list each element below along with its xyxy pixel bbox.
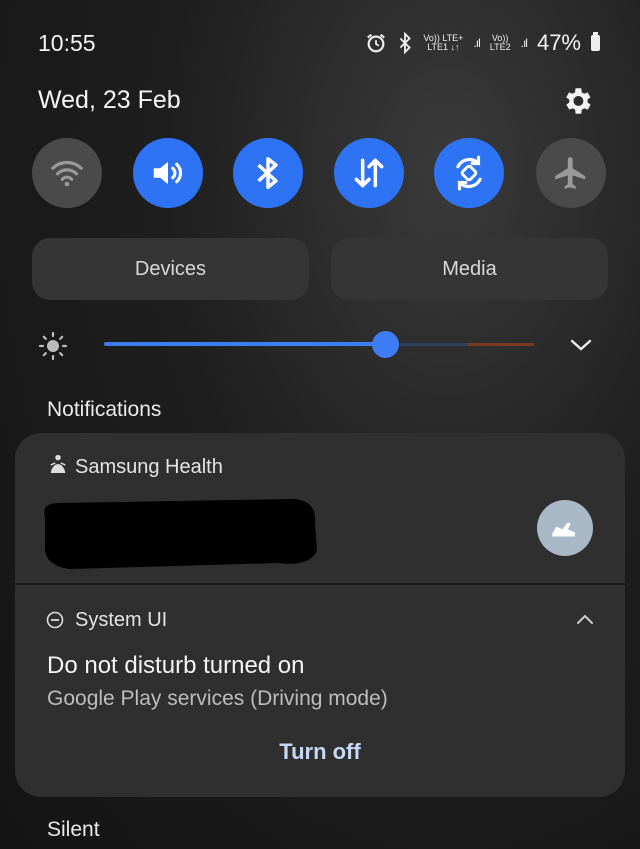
silent-heading: Silent xyxy=(47,818,100,841)
sound-tile[interactable] xyxy=(133,138,203,208)
chevron-up-icon[interactable] xyxy=(575,612,595,626)
battery-percent: 47% xyxy=(536,30,581,55)
bluetooth-icon xyxy=(400,32,412,54)
notifications-heading: Notifications xyxy=(47,398,162,421)
data-arrows-icon xyxy=(354,158,384,188)
battery-icon xyxy=(591,32,600,51)
shoe-glyph xyxy=(552,522,575,537)
dnd-title: Do not disturb turned on xyxy=(47,652,305,679)
status-time: 10:55 xyxy=(38,30,96,56)
bluetooth-icon xyxy=(257,157,278,189)
sim2-bottom: LTE2 xyxy=(489,42,511,52)
dnd-subtitle: Google Play services (Driving mode) xyxy=(47,687,388,710)
alarm-icon xyxy=(367,33,386,53)
devices-button[interactable]: Devices xyxy=(32,238,309,300)
samsung-health-label: Samsung Health xyxy=(75,456,223,478)
rotate-icon xyxy=(456,155,482,191)
sim2-label: Vo)) LTE2 xyxy=(490,34,511,52)
mobile-data-tile[interactable] xyxy=(334,138,404,208)
shoe-icon[interactable] xyxy=(537,500,593,556)
turn-off-button[interactable]: Turn off xyxy=(240,739,400,765)
wifi-icon xyxy=(51,161,83,187)
sim1-label: Vo)) LTE+ LTE1 ↓↑ xyxy=(423,34,463,52)
do-not-disturb-icon xyxy=(46,611,64,629)
chevron-down-icon[interactable] xyxy=(566,332,596,358)
brightness-track-filled xyxy=(104,342,386,346)
status-icons: Vo)) LTE+ LTE1 ↓↑ .ıl Vo)) LTE2 .ıl 47% xyxy=(365,30,600,56)
redacted-content xyxy=(44,499,317,569)
bluetooth-tile[interactable] xyxy=(233,138,303,208)
notification-card: Samsung Health System UI Do not disturb … xyxy=(15,433,625,797)
airplane-icon xyxy=(555,157,586,189)
auto-rotate-tile[interactable] xyxy=(434,138,504,208)
airplane-tile[interactable] xyxy=(536,138,606,208)
brightness-icon xyxy=(38,331,68,361)
system-ui-label: System UI xyxy=(75,609,168,631)
media-button[interactable]: Media xyxy=(331,238,608,300)
sim1-bottom: LTE1 ↓↑ xyxy=(427,42,460,52)
speaker-icon xyxy=(153,161,183,185)
date-label: Wed, 23 Feb xyxy=(38,86,181,114)
signal-icon: .ıl xyxy=(473,36,480,50)
samsung-health-icon xyxy=(50,454,66,473)
wifi-tile[interactable] xyxy=(32,138,102,208)
brightness-slider-thumb[interactable] xyxy=(372,331,399,358)
gear-icon[interactable] xyxy=(560,84,594,118)
signal-icon: .ıl xyxy=(520,36,528,50)
brightness-track-extra xyxy=(468,343,534,346)
notification-divider xyxy=(15,583,625,585)
